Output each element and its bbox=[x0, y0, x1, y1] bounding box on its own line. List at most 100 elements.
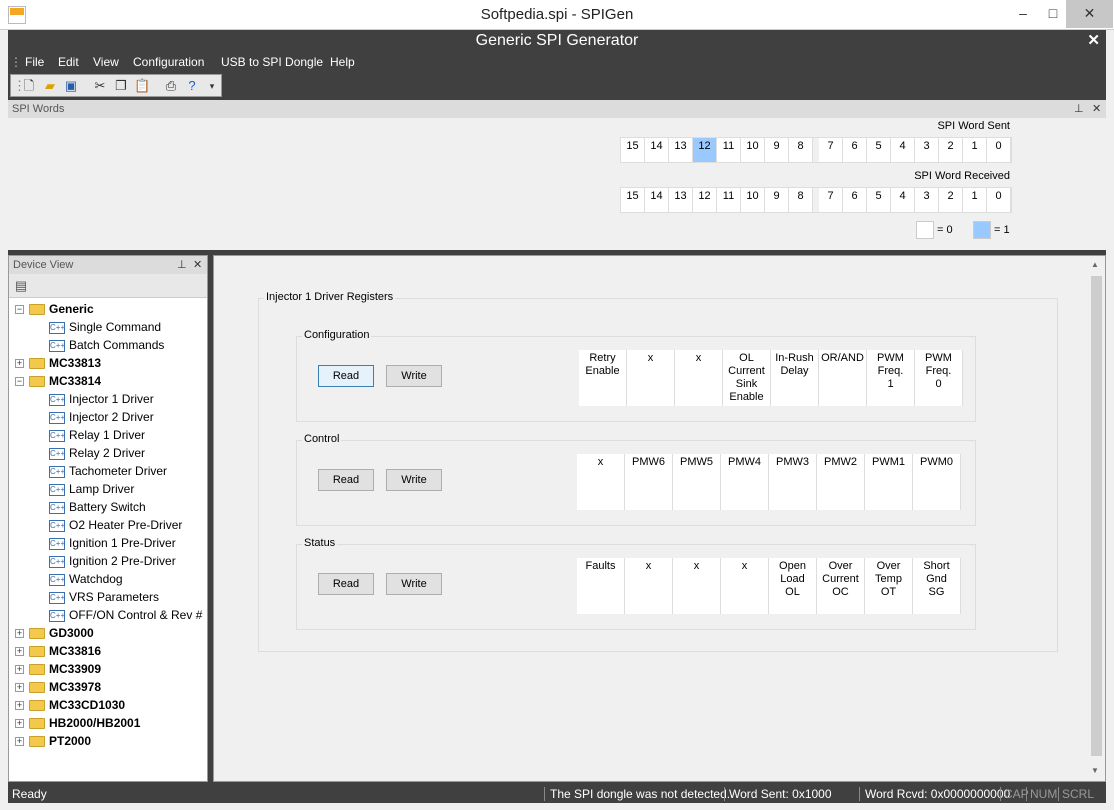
menu-file[interactable]: File bbox=[25, 55, 44, 69]
sent-bit-6[interactable]: 6 bbox=[843, 138, 867, 162]
sent-bit-13[interactable]: 13 bbox=[669, 138, 693, 162]
register-bit-cell[interactable]: PMW6 bbox=[625, 454, 673, 510]
received-bit-5[interactable]: 5 bbox=[867, 188, 891, 212]
menu-usb-to-spi-dongle[interactable]: USB to SPI Dongle bbox=[221, 55, 323, 69]
register-bit-cell[interactable]: PWM Freq. 0 bbox=[915, 350, 963, 406]
tree-folder[interactable]: Generic bbox=[29, 300, 94, 318]
vertical-scrollbar[interactable]: ▲ ▼ bbox=[1088, 256, 1105, 781]
received-bit-11[interactable]: 11 bbox=[717, 188, 741, 212]
register-bit-cell[interactable]: x bbox=[577, 454, 625, 510]
tree-folder[interactable]: MC33814 bbox=[29, 372, 101, 390]
received-bit-6[interactable]: 6 bbox=[843, 188, 867, 212]
register-bit-cell[interactable]: PWM0 bbox=[913, 454, 961, 510]
tree-expander-icon[interactable]: + bbox=[15, 359, 24, 368]
copy-icon[interactable]: ❐ bbox=[113, 78, 129, 94]
register-bit-cell[interactable]: Faults bbox=[577, 558, 625, 614]
open-icon[interactable]: ▰ bbox=[42, 78, 58, 94]
scroll-down-icon[interactable]: ▼ bbox=[1091, 766, 1099, 775]
cut-icon[interactable]: ✂ bbox=[92, 78, 108, 94]
tree-command[interactable]: C++ Relay 2 Driver bbox=[49, 444, 145, 462]
tree-command[interactable]: C++ Relay 1 Driver bbox=[49, 426, 145, 444]
close-panel-icon[interactable]: ✕ bbox=[1092, 100, 1101, 118]
received-bit-15[interactable]: 15 bbox=[621, 188, 645, 212]
received-bit-13[interactable]: 13 bbox=[669, 188, 693, 212]
register-bit-cell[interactable]: PMW2 bbox=[817, 454, 865, 510]
save-icon[interactable]: ▣ bbox=[63, 78, 79, 94]
sent-bit-12[interactable]: 12 bbox=[693, 138, 717, 162]
menu-configuration[interactable]: Configuration bbox=[133, 55, 204, 69]
toolbar-overflow-icon[interactable]: ▾ bbox=[207, 78, 217, 94]
register-bit-cell[interactable]: Over Current OC bbox=[817, 558, 865, 614]
tree-command[interactable]: C++ OFF/ON Control & Rev # bbox=[49, 606, 202, 624]
read-button[interactable]: Read bbox=[318, 469, 374, 491]
tree-expander-icon[interactable]: + bbox=[15, 665, 24, 674]
tree-command[interactable]: C++ Single Command bbox=[49, 318, 161, 336]
tree-command[interactable]: C++ Ignition 1 Pre-Driver bbox=[49, 534, 176, 552]
received-bit-14[interactable]: 14 bbox=[645, 188, 669, 212]
paste-icon[interactable]: 📋 bbox=[134, 78, 150, 94]
received-bit-4[interactable]: 4 bbox=[891, 188, 915, 212]
tree-folder[interactable]: MC33978 bbox=[29, 678, 101, 696]
device-view-pin-icon[interactable]: ⊥ bbox=[177, 256, 187, 274]
register-bit-cell[interactable]: OL Current Sink Enable bbox=[723, 350, 771, 406]
maximize-button[interactable]: □ bbox=[1040, 0, 1066, 28]
sent-bit-5[interactable]: 5 bbox=[867, 138, 891, 162]
register-bit-cell[interactable]: Short Gnd SG bbox=[913, 558, 961, 614]
tree-command[interactable]: C++ O2 Heater Pre-Driver bbox=[49, 516, 182, 534]
tree-command[interactable]: C++ Lamp Driver bbox=[49, 480, 134, 498]
register-bit-cell[interactable]: x bbox=[627, 350, 675, 406]
received-bit-2[interactable]: 2 bbox=[939, 188, 963, 212]
minimize-button[interactable]: – bbox=[1006, 0, 1040, 28]
close-app-button[interactable]: ✕ bbox=[1087, 31, 1100, 49]
tree-command[interactable]: C++ Tachometer Driver bbox=[49, 462, 167, 480]
tree-folder[interactable]: HB2000/HB2001 bbox=[29, 714, 140, 732]
register-bit-cell[interactable]: x bbox=[673, 558, 721, 614]
tree-folder[interactable]: MC33816 bbox=[29, 642, 101, 660]
sent-bit-11[interactable]: 11 bbox=[717, 138, 741, 162]
register-bit-cell[interactable]: Over Temp OT bbox=[865, 558, 913, 614]
received-bit-1[interactable]: 1 bbox=[963, 188, 987, 212]
write-button[interactable]: Write bbox=[386, 573, 442, 595]
received-bit-8[interactable]: 8 bbox=[789, 188, 813, 212]
sent-bit-14[interactable]: 14 bbox=[645, 138, 669, 162]
new-icon[interactable]: 🗋 bbox=[21, 78, 37, 94]
register-bit-cell[interactable]: In-Rush Delay bbox=[771, 350, 819, 406]
received-bit-10[interactable]: 10 bbox=[741, 188, 765, 212]
register-bit-cell[interactable]: Retry Enable bbox=[579, 350, 627, 406]
sent-bit-10[interactable]: 10 bbox=[741, 138, 765, 162]
register-bit-cell[interactable]: PWM1 bbox=[865, 454, 913, 510]
menu-view[interactable]: View bbox=[93, 55, 119, 69]
tree-folder[interactable]: MC33813 bbox=[29, 354, 101, 372]
pin-icon[interactable]: ⊥ bbox=[1074, 100, 1084, 118]
help-icon[interactable]: ? bbox=[184, 78, 200, 94]
tree-folder[interactable]: MC33909 bbox=[29, 660, 101, 678]
register-bit-cell[interactable]: Open Load OL bbox=[769, 558, 817, 614]
register-bit-cell[interactable]: OR/AND bbox=[819, 350, 867, 406]
register-bit-cell[interactable]: x bbox=[675, 350, 723, 406]
tree-expander-icon[interactable]: + bbox=[15, 701, 24, 710]
close-window-button[interactable]: ✕ bbox=[1066, 0, 1113, 28]
register-bit-cell[interactable]: x bbox=[625, 558, 673, 614]
sent-bit-2[interactable]: 2 bbox=[939, 138, 963, 162]
tree-folder[interactable]: GD3000 bbox=[29, 624, 94, 642]
register-bit-cell[interactable]: PMW3 bbox=[769, 454, 817, 510]
tree-expander-icon[interactable]: + bbox=[15, 719, 24, 728]
tree-expander-icon[interactable]: + bbox=[15, 737, 24, 746]
properties-icon[interactable]: ▤ bbox=[13, 278, 29, 294]
tree-expander-icon[interactable]: + bbox=[15, 647, 24, 656]
register-bit-cell[interactable]: PMW5 bbox=[673, 454, 721, 510]
device-view-close-icon[interactable]: ✕ bbox=[193, 256, 202, 274]
sent-bit-3[interactable]: 3 bbox=[915, 138, 939, 162]
print-icon[interactable]: ⎙ bbox=[163, 78, 179, 94]
register-bit-cell[interactable]: x bbox=[721, 558, 769, 614]
menu-help[interactable]: Help bbox=[330, 55, 355, 69]
received-bit-0[interactable]: 0 bbox=[987, 188, 1011, 212]
sent-bit-8[interactable]: 8 bbox=[789, 138, 813, 162]
tree-command[interactable]: C++ Injector 2 Driver bbox=[49, 408, 154, 426]
read-button[interactable]: Read bbox=[318, 365, 374, 387]
received-bit-7[interactable]: 7 bbox=[819, 188, 843, 212]
sent-bit-4[interactable]: 4 bbox=[891, 138, 915, 162]
scroll-up-icon[interactable]: ▲ bbox=[1091, 260, 1099, 269]
tree-expander-icon[interactable]: + bbox=[15, 629, 24, 638]
scroll-thumb[interactable] bbox=[1091, 276, 1102, 756]
